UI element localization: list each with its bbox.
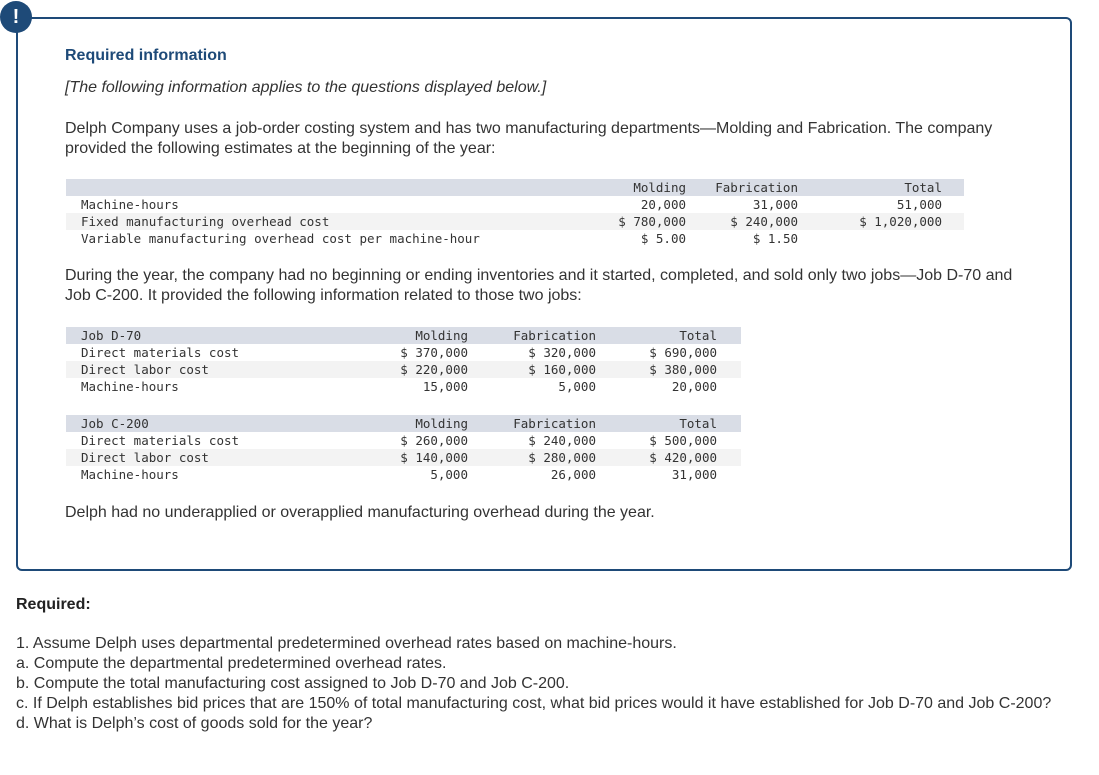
header-cell-total: Total	[679, 416, 717, 431]
company-description: Delph Company uses a job-order costing s…	[65, 120, 993, 157]
job-d70-table: Job D-70 Molding Fabrication Total Direc…	[66, 327, 741, 395]
cell-molding: $ 5.00	[640, 231, 686, 246]
question-1a: a. Compute the departmental predetermine…	[16, 655, 447, 672]
cell-fabrication: $ 240,000	[730, 214, 798, 229]
cell-molding: 5,000	[430, 467, 468, 482]
row-label: Machine-hours	[81, 379, 179, 394]
overhead-note: Delph had no underapplied or overapplied…	[65, 504, 655, 521]
header-cell-job: Job D-70	[81, 328, 142, 343]
job-c200-table: Job C-200 Molding Fabrication Total Dire…	[66, 415, 741, 483]
cell-fabrication: 31,000	[752, 197, 798, 212]
cell-molding: $ 780,000	[618, 214, 686, 229]
table-row: Variable manufacturing overhead cost per…	[66, 230, 964, 247]
row-label: Direct materials cost	[81, 345, 240, 360]
header-cell-molding: Molding	[633, 180, 686, 195]
exclamation-icon: !	[0, 1, 32, 33]
header-cell-fabrication: Fabrication	[513, 328, 596, 343]
cell-fabrication: 26,000	[550, 467, 596, 482]
row-label: Direct labor cost	[81, 362, 209, 377]
row-label: Direct materials cost	[81, 433, 240, 448]
header-cell-molding: Molding	[415, 416, 468, 431]
table-row: Direct materials cost $ 260,000 $ 240,00…	[66, 432, 741, 449]
header-cell-job: Job C-200	[81, 416, 149, 431]
cell-fabrication: $ 320,000	[528, 345, 596, 360]
jobs-description: During the year, the company had no begi…	[65, 267, 1013, 304]
question-1d: d. What is Delph’s cost of goods sold fo…	[16, 715, 373, 732]
cell-total: 20,000	[671, 379, 717, 394]
applies-note: [The following information applies to th…	[65, 79, 547, 96]
table-header-row: Job D-70 Molding Fabrication Total	[66, 327, 741, 344]
header-cell-fabrication: Fabrication	[715, 180, 798, 195]
cell-total: $ 500,000	[649, 433, 717, 448]
table-header-row: Molding Fabrication Total	[66, 179, 964, 196]
table-row: Machine-hours 20,000 31,000 51,000	[66, 196, 964, 213]
row-label: Direct labor cost	[81, 450, 209, 465]
required-questions: 1. Assume Delph uses departmental predet…	[16, 634, 1076, 734]
cell-molding: 20,000	[640, 197, 686, 212]
header-cell-fabrication: Fabrication	[513, 416, 596, 431]
question-1c: c. If Delph establishes bid prices that …	[16, 695, 1052, 712]
row-label: Machine-hours	[81, 467, 179, 482]
table-row: Direct labor cost $ 220,000 $ 160,000 $ …	[66, 361, 741, 378]
header-cell-total: Total	[679, 328, 717, 343]
estimates-table: Molding Fabrication Total Machine-hours …	[66, 179, 964, 247]
row-label: Machine-hours	[81, 197, 179, 212]
cell-fabrication: $ 1.50	[752, 231, 798, 246]
question-1b: b. Compute the total manufacturing cost …	[16, 675, 570, 692]
table-row: Fixed manufacturing overhead cost $ 780,…	[66, 213, 964, 230]
cell-total: 51,000	[896, 197, 942, 212]
required-information-title: Required information	[65, 47, 227, 64]
required-heading: Required:	[16, 596, 91, 613]
cell-molding: $ 370,000	[400, 345, 468, 360]
cell-fabrication: $ 240,000	[528, 433, 596, 448]
header-cell-molding: Molding	[415, 328, 468, 343]
cell-fabrication: 5,000	[558, 379, 596, 394]
table-row: Machine-hours 5,000 26,000 31,000	[66, 466, 741, 483]
row-label: Fixed manufacturing overhead cost	[81, 214, 330, 229]
cell-molding: $ 140,000	[400, 450, 468, 465]
cell-total: $ 690,000	[649, 345, 717, 360]
cell-fabrication: $ 160,000	[528, 362, 596, 377]
cell-total: $ 1,020,000	[859, 214, 942, 229]
cell-fabrication: $ 280,000	[528, 450, 596, 465]
badge-border-gap	[32, 34, 56, 40]
cell-molding: $ 220,000	[400, 362, 468, 377]
cell-total: 31,000	[671, 467, 717, 482]
table-row: Direct labor cost $ 140,000 $ 280,000 $ …	[66, 449, 741, 466]
table-header-row: Job C-200 Molding Fabrication Total	[66, 415, 741, 432]
table-row: Direct materials cost $ 370,000 $ 320,00…	[66, 344, 741, 361]
cell-total: $ 420,000	[649, 450, 717, 465]
question-1: 1. Assume Delph uses departmental predet…	[16, 635, 677, 652]
header-cell-total: Total	[904, 180, 942, 195]
cell-molding: $ 260,000	[400, 433, 468, 448]
header-cell-label	[66, 179, 588, 196]
table-row: Machine-hours 15,000 5,000 20,000	[66, 378, 741, 395]
cell-molding: 15,000	[422, 379, 468, 394]
cell-total: $ 380,000	[649, 362, 717, 377]
row-label: Variable manufacturing overhead cost per…	[81, 231, 480, 246]
cell-total	[818, 230, 964, 247]
